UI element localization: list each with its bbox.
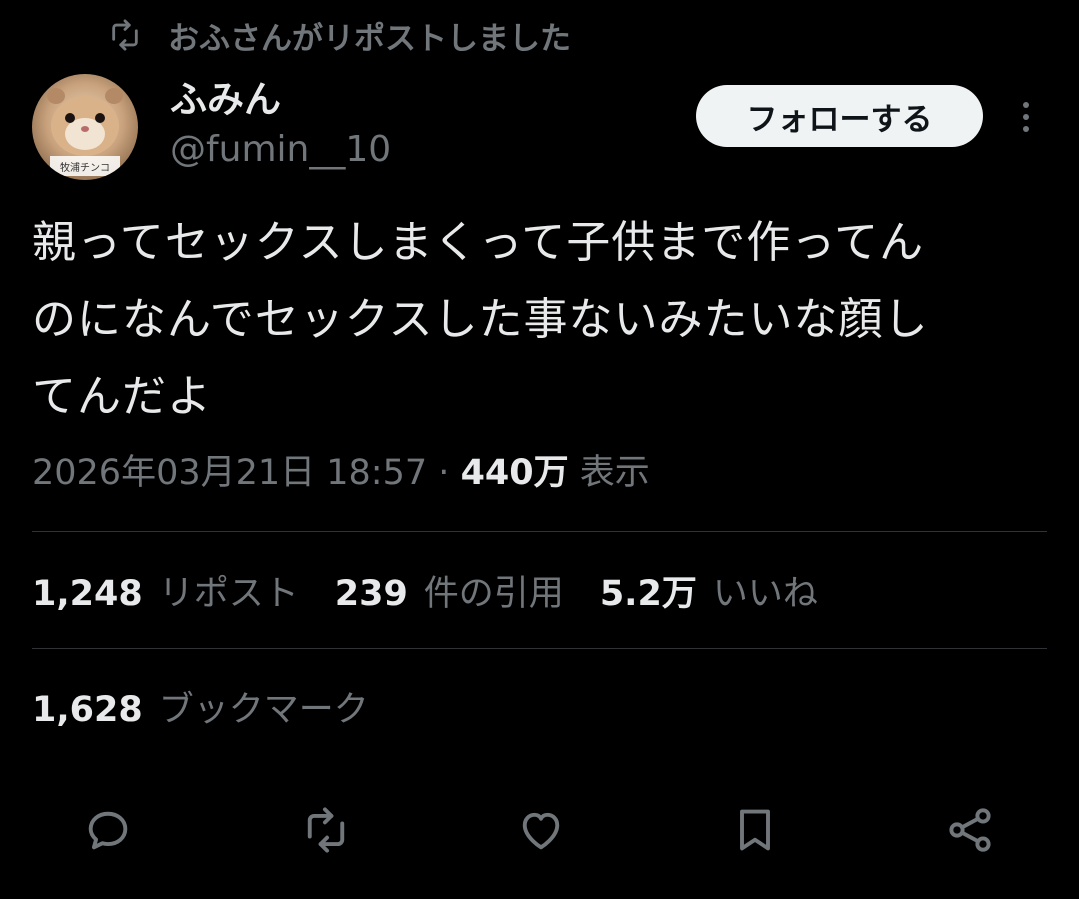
tweet-text: 親ってセックスしまくって子供まで作ってん のになんでセックスした事ないみたいな顔… bbox=[32, 217, 929, 422]
likes-label: いいね bbox=[712, 574, 818, 614]
follow-button[interactable]: フォローする bbox=[696, 85, 983, 147]
tweet-meta: 2026年03月21日 18:57 · 440万 表示 bbox=[32, 448, 650, 498]
quotes-stat[interactable]: 239 件の引用 bbox=[335, 568, 564, 620]
reposts-label: リポスト bbox=[158, 574, 299, 614]
repost-context[interactable]: おふさんがリポストしました bbox=[108, 12, 571, 58]
like-button[interactable] bbox=[511, 800, 571, 860]
meta-separator: · bbox=[438, 453, 450, 493]
bookmark-button[interactable] bbox=[725, 800, 785, 860]
like-icon bbox=[522, 812, 560, 850]
share-button[interactable] bbox=[940, 800, 1000, 860]
views-label: 表示 bbox=[579, 453, 650, 493]
author-handle[interactable]: @fumin__10 bbox=[170, 126, 391, 174]
action-bar bbox=[0, 800, 1079, 860]
reply-button[interactable] bbox=[78, 800, 138, 860]
tweet-timestamp[interactable]: 2026年03月21日 18:57 bbox=[32, 453, 427, 493]
bookmark-icon bbox=[740, 809, 770, 851]
avatar-image: 牧浦チンコ bbox=[32, 74, 138, 180]
quotes-count: 239 bbox=[334, 574, 408, 614]
repost-icon bbox=[112, 19, 138, 51]
bookmarks-count: 1,628 bbox=[32, 690, 143, 730]
reposts-stat[interactable]: 1,248 リポスト bbox=[32, 568, 299, 620]
divider bbox=[32, 648, 1047, 649]
reply-icon bbox=[88, 811, 128, 850]
more-vertical-icon bbox=[1023, 102, 1029, 108]
bookmarks-label: ブックマーク bbox=[158, 690, 369, 730]
likes-stat[interactable]: 5.2万 いいね bbox=[600, 568, 818, 620]
stats-row: 1,248 リポスト 239 件の引用 5.2万 いいね bbox=[32, 568, 818, 620]
repost-context-text: おふさんがリポストしました bbox=[168, 20, 571, 57]
repost-button[interactable] bbox=[296, 800, 356, 860]
bookmarks-stat[interactable]: 1,628 ブックマーク bbox=[32, 684, 369, 736]
quotes-label: 件の引用 bbox=[423, 574, 564, 614]
reposts-count: 1,248 bbox=[32, 574, 143, 614]
likes-count: 5.2万 bbox=[599, 574, 697, 614]
author-display-name[interactable]: ふみん bbox=[170, 76, 281, 124]
repost-icon bbox=[307, 807, 345, 853]
views-count: 440万 bbox=[460, 453, 569, 493]
more-options-button[interactable] bbox=[1008, 96, 1044, 138]
share-icon bbox=[949, 808, 991, 852]
avatar-caption: 牧浦チンコ bbox=[60, 161, 110, 174]
divider bbox=[32, 531, 1047, 532]
avatar[interactable]: 牧浦チンコ bbox=[32, 74, 138, 180]
